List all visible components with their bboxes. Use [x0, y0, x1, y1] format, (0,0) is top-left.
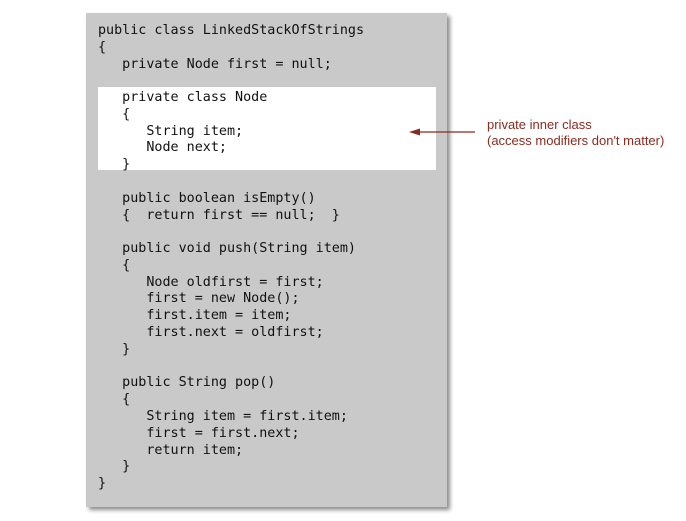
- code-line: {: [98, 106, 131, 122]
- code-line: String item;: [98, 123, 244, 139]
- code-line: Node oldfirst = first;: [98, 274, 324, 290]
- code-line: { return first == null; }: [98, 207, 340, 223]
- code-line: {: [98, 257, 131, 273]
- code-line: private Node first = null;: [98, 56, 332, 72]
- code-line: }: [98, 476, 107, 492]
- code-line: first = new Node();: [98, 291, 300, 307]
- code-line: }: [98, 341, 131, 357]
- code-line: public class LinkedStackOfStrings: [98, 23, 365, 38]
- code-line: {: [98, 39, 107, 55]
- annotation-arrow-icon: [409, 128, 475, 136]
- code-line: {: [98, 392, 131, 408]
- code-line: public String pop(): [98, 375, 276, 391]
- code-line: public boolean isEmpty(): [98, 190, 316, 206]
- code-line: public void push(String item): [98, 241, 356, 257]
- code-line: }: [98, 459, 131, 475]
- code-line: return item;: [98, 442, 244, 458]
- code-line: }: [98, 157, 131, 173]
- code-line: Node next;: [98, 140, 227, 156]
- code-line: String item = first.item;: [98, 408, 348, 424]
- code-line: private class Node: [98, 90, 268, 106]
- annotation-subtitle: (access modifiers don't matter): [487, 133, 665, 148]
- code-line: first.item = item;: [98, 308, 292, 324]
- code-line: first.next = oldfirst;: [98, 325, 324, 341]
- annotation-title: private inner class: [487, 117, 592, 132]
- code-line: first = first.next;: [98, 425, 300, 441]
